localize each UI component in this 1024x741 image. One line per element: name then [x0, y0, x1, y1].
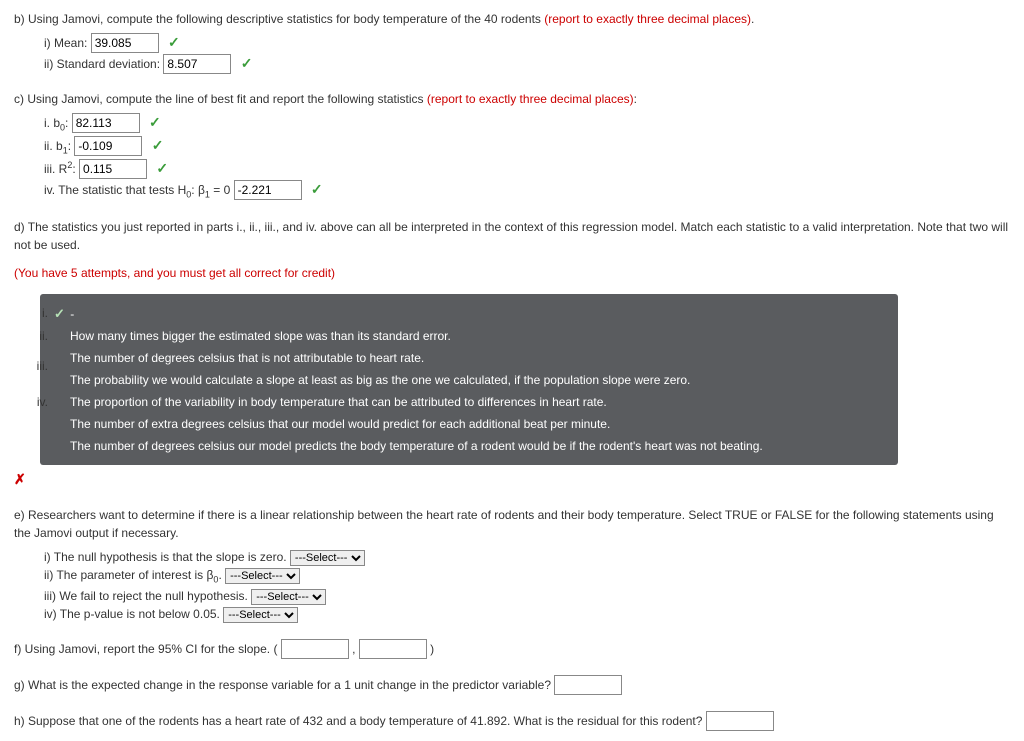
e-ii-select[interactable]: ---Select---	[225, 568, 300, 584]
e-iii-select[interactable]: ---Select---	[251, 589, 326, 605]
part-e: e) Researchers want to determine if ther…	[14, 506, 1010, 623]
e-iv-label: iv) The p-value is not below 0.05.	[44, 607, 223, 621]
d-roman-iv: iv.	[28, 393, 48, 411]
part-b: b) Using Jamovi, compute the following d…	[14, 10, 1010, 74]
x-icon: ✗	[14, 469, 1010, 490]
part-c: c) Using Jamovi, compute the line of bes…	[14, 90, 1010, 202]
h-input[interactable]	[706, 711, 774, 731]
part-b-text-pre: b) Using Jamovi, compute the following d…	[14, 12, 544, 26]
check-icon: ✓	[311, 181, 323, 197]
f-comma: ,	[352, 642, 359, 656]
c-i-label-post: :	[65, 116, 72, 130]
d-roman-i: i.	[28, 304, 48, 322]
part-g: g) What is the expected change in the re…	[14, 675, 1010, 695]
c-iv-label-post: = 0	[210, 183, 234, 197]
check-icon: ✓	[241, 55, 253, 71]
c-iv-input[interactable]	[234, 180, 302, 200]
b-i-label: i) Mean:	[44, 36, 91, 50]
part-h-text: h) Suppose that one of the rodents has a…	[14, 714, 706, 728]
part-b-text-post: .	[751, 12, 754, 26]
e-iv-select[interactable]: ---Select---	[223, 607, 298, 623]
part-c-text-red: (report to exactly three decimal places)	[427, 92, 634, 106]
part-b-text-red: (report to exactly three decimal places)	[544, 12, 751, 26]
b-ii-input[interactable]	[163, 54, 231, 74]
c-iii-label-pre: iii. R	[44, 162, 67, 176]
c-iv-label-mid: : β	[191, 183, 205, 197]
check-icon: ✓	[168, 34, 180, 50]
g-input[interactable]	[554, 675, 622, 695]
f-lower-input[interactable]	[281, 639, 349, 659]
check-icon: ✓	[152, 137, 164, 153]
e-i-select[interactable]: ---Select---	[290, 550, 365, 566]
d-opt5[interactable]: The number of extra degrees celsius that…	[70, 417, 610, 431]
part-d: d) The statistics you just reported in p…	[14, 218, 1010, 491]
c-iii-input[interactable]	[79, 159, 147, 179]
c-ii-label-post: :	[68, 139, 75, 153]
c-iv-label-pre: iv. The statistic that tests H	[44, 183, 186, 197]
e-ii-post: .	[218, 568, 225, 582]
b-i-input[interactable]	[91, 33, 159, 53]
c-iii-label-post: :	[72, 162, 79, 176]
part-e-text: e) Researchers want to determine if ther…	[14, 506, 1010, 542]
d-opt1[interactable]: How many times bigger the estimated slop…	[70, 329, 451, 343]
b-ii-label: ii) Standard deviation:	[44, 57, 163, 71]
f-upper-input[interactable]	[359, 639, 427, 659]
check-icon: ✓	[156, 160, 168, 176]
c-ii-input[interactable]	[74, 136, 142, 156]
part-d-text: d) The statistics you just reported in p…	[14, 218, 1010, 254]
d-selected: -	[70, 307, 74, 321]
f-close: )	[430, 642, 434, 656]
part-c-text-post: :	[634, 92, 637, 106]
c-i-label-pre: i. b	[44, 116, 60, 130]
part-d-attempts: (You have 5 attempts, and you must get a…	[14, 264, 1010, 282]
part-h: h) Suppose that one of the rodents has a…	[14, 711, 1010, 731]
part-c-text-pre: c) Using Jamovi, compute the line of bes…	[14, 92, 427, 106]
part-f-text: f) Using Jamovi, report the 95% CI for t…	[14, 642, 281, 656]
d-opt6[interactable]: The number of degrees celsius our model …	[70, 439, 763, 453]
d-opt3[interactable]: The probability we would calculate a slo…	[70, 373, 690, 387]
e-i-label: i) The null hypothesis is that the slope…	[44, 550, 290, 564]
d-opt4[interactable]: The proportion of the variability in bod…	[70, 395, 607, 409]
c-ii-label-pre: ii. b	[44, 139, 63, 153]
d-roman-ii: ii.	[28, 327, 48, 345]
d-roman-iii: iii.	[28, 357, 48, 375]
dropdown-options-panel[interactable]: i. ✓ - ii. How many times bigger the est…	[40, 294, 898, 466]
d-opt2[interactable]: The number of degrees celsius that is no…	[70, 351, 424, 365]
part-f: f) Using Jamovi, report the 95% CI for t…	[14, 639, 1010, 659]
e-iii-label: iii) We fail to reject the null hypothes…	[44, 589, 251, 603]
part-g-text: g) What is the expected change in the re…	[14, 678, 554, 692]
check-icon: ✓	[149, 114, 161, 130]
c-i-input[interactable]	[72, 113, 140, 133]
e-ii-pre: ii) The parameter of interest is β	[44, 568, 213, 582]
check-icon: ✓	[54, 306, 65, 321]
